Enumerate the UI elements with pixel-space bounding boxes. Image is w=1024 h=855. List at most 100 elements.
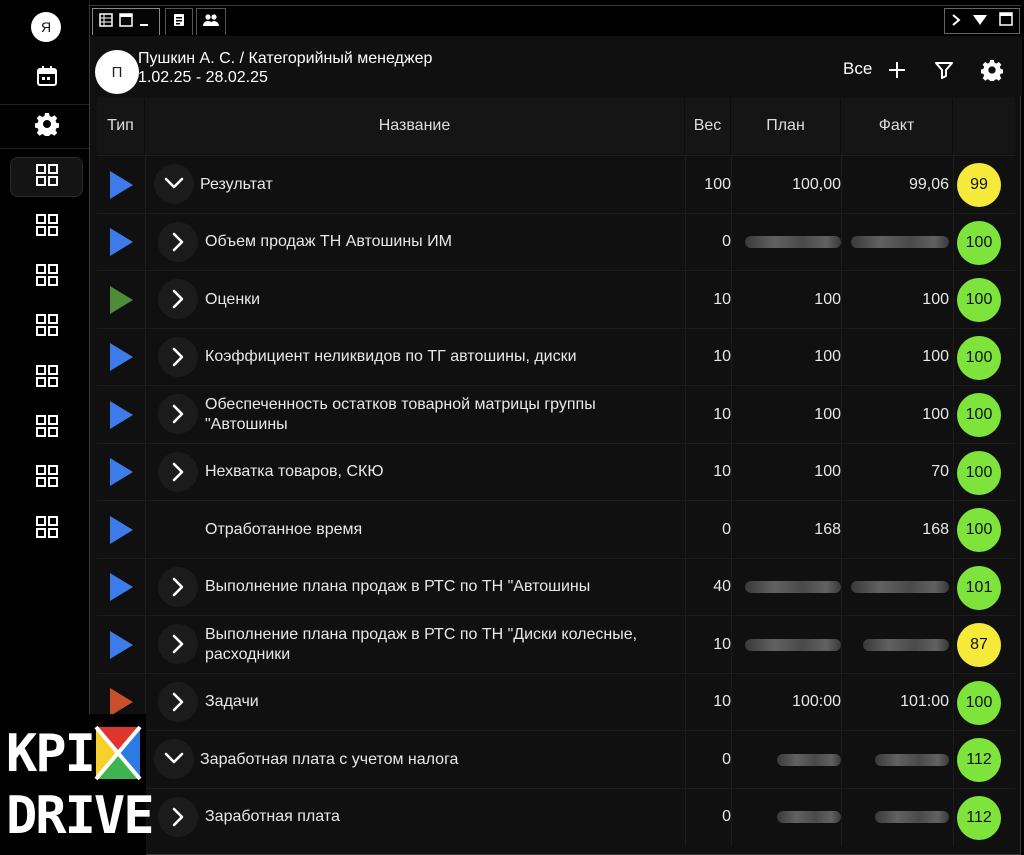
column-divider — [145, 501, 146, 558]
expand-toggle[interactable] — [158, 624, 198, 664]
kpi-plan: 168 — [814, 520, 841, 538]
column-header-weight[interactable]: Вес — [685, 98, 731, 154]
table-row[interactable]: Заработная плата с учетом налога 0 112 — [97, 730, 1015, 788]
column-header-type[interactable]: Тип — [97, 98, 145, 154]
expand-toggle[interactable] — [158, 566, 198, 607]
tab-users[interactable] — [196, 8, 226, 35]
grid-icon — [35, 515, 58, 543]
sidebar-item-module[interactable] — [10, 358, 83, 398]
sidebar-item-module[interactable] — [10, 157, 83, 197]
sidebar-item-module[interactable] — [10, 258, 83, 298]
expand-toggle[interactable] — [154, 164, 194, 204]
kpi-fact: 70 — [931, 463, 949, 480]
column-divider — [953, 213, 954, 271]
window-icon[interactable] — [119, 12, 133, 32]
grid-icon — [35, 213, 58, 241]
table-row[interactable]: Отработанное время 0 168 168 100 — [97, 500, 1015, 558]
score-badge[interactable]: 101 — [957, 565, 1001, 610]
kpi-name[interactable]: Оценки — [205, 271, 675, 328]
kpi-name[interactable]: Отработанное время — [205, 501, 675, 558]
gear-icon[interactable] — [980, 58, 1004, 82]
tab-document[interactable] — [165, 8, 193, 35]
type-triangle-icon — [110, 285, 133, 314]
kpi-weight: 10 — [713, 693, 731, 710]
score-badge[interactable]: 87 — [957, 623, 1001, 667]
kpi-name[interactable]: Коэффициент неликвидов по ТГ автошины, д… — [205, 329, 675, 386]
sidebar-item-module[interactable] — [10, 207, 83, 247]
table-row[interactable]: Задачи 10 100:00 101:00 100 — [97, 672, 1015, 731]
kpi-name[interactable]: Объем продаж ТН Автошины ИМ — [205, 214, 675, 271]
column-header-plan[interactable]: План — [731, 98, 841, 154]
column-divider — [731, 501, 732, 558]
column-header-name[interactable]: Название — [145, 98, 685, 154]
kpi-name[interactable]: Заработная плата — [205, 789, 675, 846]
kpi-name[interactable]: Заработная плата с учетом налога — [200, 731, 670, 788]
kpi-name[interactable]: Задачи — [205, 674, 675, 731]
kpi-name[interactable]: Обеспеченность остатков товарной матрицы… — [205, 386, 675, 443]
column-divider — [953, 788, 954, 846]
score-badge[interactable]: 100 — [957, 508, 1001, 552]
add-icon[interactable] — [885, 58, 909, 82]
chevron-right-icon — [172, 462, 184, 481]
chevron-right-icon[interactable] — [951, 13, 961, 30]
type-triangle-icon — [110, 573, 133, 601]
grid-icon — [35, 264, 58, 291]
kpi-name[interactable]: Выполнение плана продаж в РТС по ТН "Авт… — [205, 559, 675, 616]
kpi-name[interactable]: Результат — [200, 156, 670, 213]
table-row[interactable]: Коэффициент неликвидов по ТГ автошины, д… — [97, 327, 1015, 386]
period-range[interactable]: 1.02.25 - 28.02.25 — [138, 69, 268, 87]
score-badge[interactable]: 100 — [957, 450, 1001, 495]
type-cell — [97, 559, 145, 616]
employee-title: Пушкин А. С. / Категорийный менеджер — [138, 50, 433, 67]
table-row[interactable]: Обеспеченность остатков товарной матрицы… — [97, 385, 1015, 443]
user-avatar[interactable]: Я — [31, 12, 61, 42]
table-row[interactable]: Заработная плата 0 112 — [97, 787, 1015, 846]
expand-toggle[interactable] — [158, 336, 198, 377]
kpi-plan: 100 — [814, 405, 841, 423]
sidebar-item-module[interactable] — [10, 409, 83, 449]
tab-kpi-table[interactable] — [92, 8, 160, 35]
chevron-right-icon — [172, 232, 184, 251]
sidebar-item-settings[interactable] — [10, 106, 83, 146]
kpi-name[interactable]: Нехватка товаров, СКЮ — [205, 444, 675, 501]
triangle-down-icon[interactable] — [973, 13, 987, 30]
score-badge[interactable]: 100 — [957, 278, 1001, 322]
sidebar-item-module[interactable] — [10, 308, 83, 348]
chevron-right-icon — [172, 577, 184, 596]
table-row[interactable]: Нехватка товаров, СКЮ 10 100 70 100 — [97, 442, 1015, 501]
score-badge[interactable]: 112 — [957, 795, 1001, 840]
employee-avatar[interactable]: П — [95, 50, 139, 94]
expand-toggle[interactable] — [158, 279, 198, 319]
table-row[interactable]: Оценки 10 100 100 100 — [97, 270, 1015, 328]
score-badge[interactable]: 99 — [957, 163, 1001, 207]
column-header-fact[interactable]: Факт — [841, 98, 953, 154]
score-badge[interactable]: 100 — [957, 393, 1001, 437]
filter-icon[interactable] — [932, 58, 956, 82]
type-cell — [97, 386, 145, 443]
kpi-name[interactable]: Выполнение плана продаж в РТС по ТН "Дис… — [205, 616, 675, 673]
score-badge[interactable]: 100 — [957, 680, 1001, 725]
sidebar-item-calendar[interactable] — [10, 58, 83, 98]
column-divider — [731, 156, 732, 213]
kpi-fact-hidden — [845, 214, 949, 271]
score-badge[interactable]: 100 — [957, 220, 1001, 265]
maximize-icon[interactable] — [999, 12, 1013, 30]
expand-toggle[interactable] — [158, 681, 198, 722]
sidebar-item-module[interactable] — [10, 509, 83, 549]
column-divider — [145, 616, 146, 673]
expand-toggle[interactable] — [158, 451, 198, 492]
type-triangle-icon — [110, 458, 133, 486]
expand-toggle[interactable] — [154, 739, 194, 779]
sidebar-item-module[interactable] — [10, 459, 83, 499]
score-badge[interactable]: 112 — [957, 738, 1001, 782]
score-badge[interactable]: 100 — [957, 335, 1001, 380]
table-row[interactable]: Результат 100 100,00 99,06 99 — [97, 155, 1015, 213]
minimize-icon[interactable] — [139, 13, 149, 32]
filter-all-button[interactable]: Все — [843, 59, 872, 79]
table-row[interactable]: Объем продаж ТН Автошины ИМ 0 100 — [97, 212, 1015, 271]
table-row[interactable]: Выполнение плана продаж в РТС по ТН "Дис… — [97, 615, 1015, 673]
expand-toggle[interactable] — [158, 221, 198, 262]
expand-toggle[interactable] — [158, 796, 198, 837]
expand-toggle[interactable] — [158, 394, 198, 434]
table-row[interactable]: Выполнение плана продаж в РТС по ТН "Авт… — [97, 557, 1015, 616]
